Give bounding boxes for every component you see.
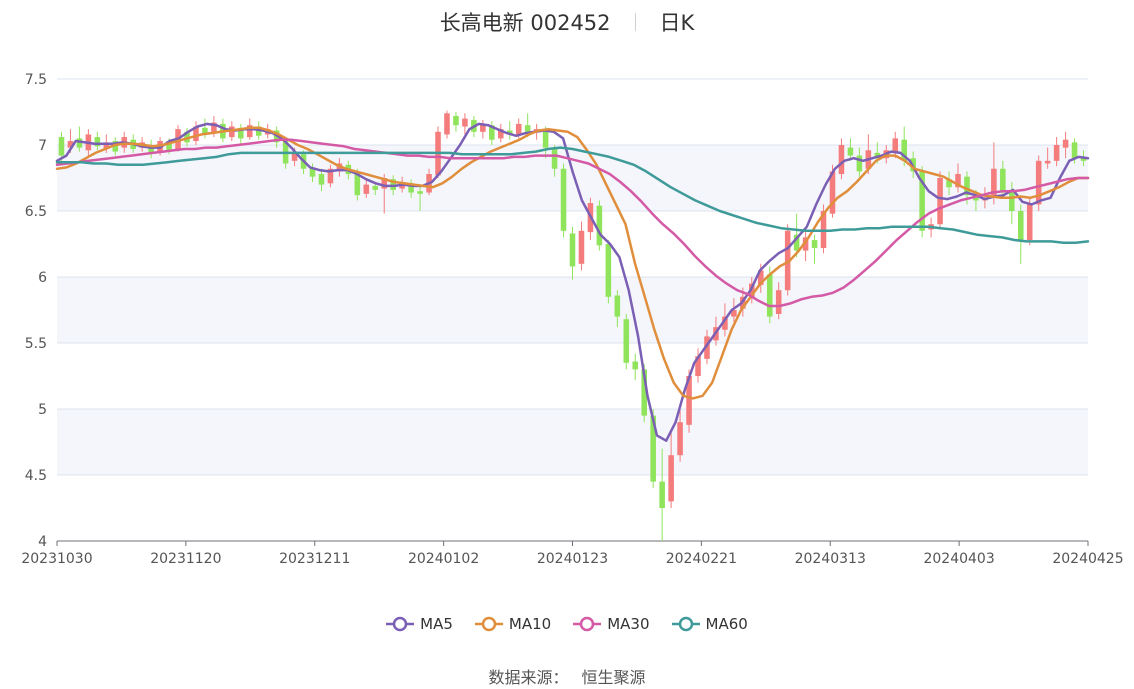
candle-body [614,295,621,317]
candle-body [775,290,782,314]
legend-marker-icon [386,616,415,632]
data-source: 数据来源： 恒生聚源 [0,664,1134,688]
source-label: 数据来源： [488,668,569,687]
candle-body [892,138,899,152]
legend-item-ma10[interactable]: MA10 [474,615,552,633]
legend-label: MA60 [705,615,748,633]
y-tick-label: 7.5 [25,72,47,88]
legend-marker-icon [573,616,602,632]
candle-body [363,184,370,194]
legend-item-ma60[interactable]: MA60 [671,615,748,633]
grid-band [57,277,1088,343]
candle-body [1044,160,1051,164]
x-tick-label: 20240221 [666,551,737,567]
legend-label: MA30 [607,615,650,633]
legend-item-ma5[interactable]: MA5 [386,615,453,633]
grid-band [57,145,1088,211]
x-tick-label: 20240102 [408,551,479,567]
y-tick-label: 6 [38,270,47,286]
y-tick-label: 5 [38,402,47,418]
candle-body [372,185,379,190]
candle-body [560,168,567,231]
legend-circle [481,616,497,632]
legend-circle [579,616,595,632]
candle-body [668,455,674,502]
candle-body [766,274,773,317]
candle-body [856,155,863,172]
candle-body [58,137,65,156]
y-tick-label: 6.5 [25,204,47,220]
y-tick-label: 7 [38,138,47,154]
x-tick-label: 20231120 [150,551,221,567]
candle-body [551,148,558,169]
legend-circle [392,616,408,632]
x-tick-label: 20240425 [1052,551,1123,567]
candle-body [578,230,585,264]
x-tick-label: 20240123 [537,551,608,567]
candle-body [1035,160,1042,205]
candle-body [515,123,522,135]
y-axis: 7.5 7 6.5 6 5.5 5 4.5 4 [25,72,47,550]
legend-marker-icon [671,616,700,632]
candle-body [417,191,423,194]
y-tick-label: 4 [38,534,47,550]
candle-body [605,244,612,297]
candle-body [1062,139,1069,148]
kline-chart: 7.5 7 6.5 6 5.5 5 4.5 4 20231030 20231120 2023121… [21,72,1124,567]
candle-body [623,319,630,363]
candle-body [847,147,854,156]
grid-band [57,409,1088,475]
x-tick-label: 20231030 [21,551,92,567]
x-tick-label: 20240403 [923,551,994,567]
x-tick-label: 20240313 [795,551,866,567]
candle-body [811,240,818,248]
candle-body [838,145,845,175]
legend-item-ma30[interactable]: MA30 [573,615,650,633]
candle-body [318,174,325,185]
x-axis: 20231030 20231120 20231211 20240102 20240123… [21,540,1124,567]
candle-body [937,178,943,225]
candle-body [462,118,468,127]
y-tick-label: 5.5 [25,336,47,352]
candle-body [596,205,603,246]
candle-body [1000,168,1006,192]
legend-circle [678,616,693,632]
candle-body [1026,204,1033,241]
candle-body [677,422,683,456]
legend-marker-icon [474,616,503,632]
y-tick-label: 4.5 [25,468,47,484]
source-name: 恒生聚源 [581,668,646,687]
candle-body [444,113,450,135]
x-tick-label: 20231211 [279,551,350,567]
candle-body [569,233,576,267]
legend-label: MA10 [508,615,552,633]
candle-body [1053,145,1060,161]
candle-body [1071,142,1078,159]
chart-legend: MA5 MA10 MA30 MA60 [0,612,1134,636]
candle-body [1017,211,1024,241]
candle-body [632,361,639,370]
candle-body [524,125,531,132]
candle-body [453,115,459,126]
candle-body [659,481,665,508]
legend-label: MA5 [420,615,453,633]
